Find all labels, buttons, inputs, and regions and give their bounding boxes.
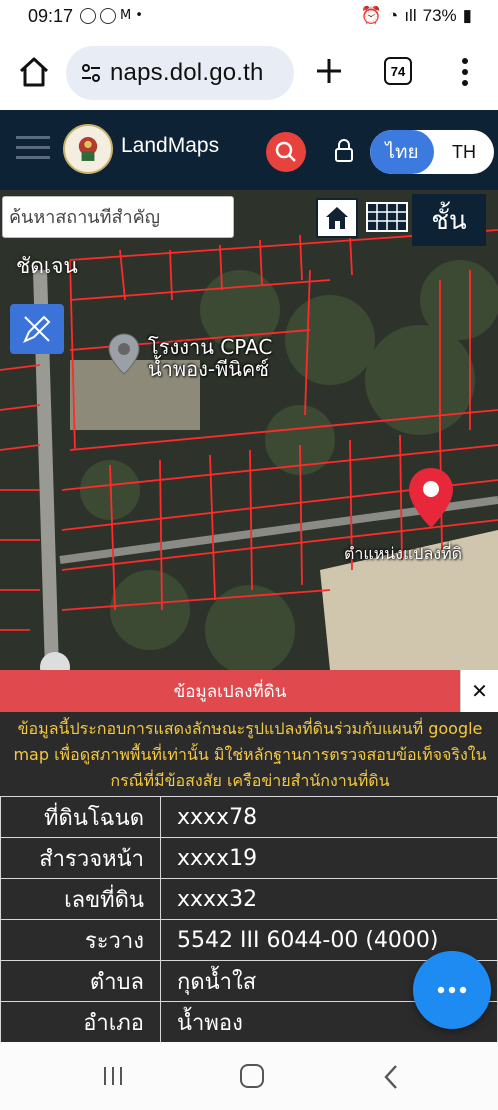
hamburger-menu-icon[interactable] (16, 134, 50, 162)
line-app-icon (80, 8, 96, 24)
search-button[interactable] (266, 132, 306, 172)
messenger-icon (100, 8, 116, 24)
info-table-row: เลขที่ดิน xxxx32 (0, 878, 498, 920)
lang-en-option[interactable]: TH (434, 130, 494, 174)
info-table-row: ที่ดินโฉนด xxxx78 (0, 796, 498, 838)
tab-switcher-button[interactable]: 74 (384, 57, 412, 85)
clarity-label[interactable]: ชัดเจน (16, 250, 78, 283)
info-row-label: เลขที่ดิน (0, 878, 161, 920)
status-bar: 09:17 M • ⏰ ◔ ıll 73% ▮ (0, 0, 498, 34)
house-icon (326, 207, 348, 229)
system-nav-bar (0, 1042, 498, 1110)
info-row-label: ตำบล (0, 960, 161, 1002)
info-row-label: สำรวจหน้า (0, 837, 161, 879)
poi-marker-icon[interactable] (106, 332, 142, 376)
poi-label-line2: น้ำพอง-พีนิคซ์ (148, 357, 269, 381)
battery-icon: ▮ (462, 6, 472, 25)
lang-thai-option[interactable]: ไทย (370, 130, 434, 174)
grid-icon[interactable] (366, 202, 408, 232)
app-title: LandMaps (121, 134, 220, 157)
gmail-icon: M (120, 8, 132, 23)
info-row-label: อำเภอ (0, 1001, 161, 1042)
system-home-icon[interactable] (240, 1064, 264, 1088)
info-table-row: ระวาง 5542 III 6044-00 (4000) (0, 919, 498, 961)
poi-label: โรงงาน CPAC น้ำพอง-พีนิคซ์ (148, 336, 272, 380)
battery-percent: 73% (422, 6, 457, 25)
new-tab-icon[interactable] (312, 54, 346, 88)
map-home-button[interactable] (316, 198, 358, 238)
back-icon[interactable] (381, 1064, 401, 1090)
browser-home-icon[interactable] (16, 54, 52, 90)
notification-icons: M • (80, 8, 143, 24)
more-options-button[interactable] (413, 951, 491, 1029)
alarm-icon: ⏰ (360, 6, 383, 25)
map-search-input[interactable] (9, 206, 233, 228)
disclaimer-text: ข้อมูลนี้ประกอบการแสดงลักษณะรูปแปลงที่ดิ… (13, 719, 487, 790)
poi-label-line1: โรงงาน CPAC (148, 335, 273, 359)
app-header: LandMaps ไทย TH (0, 110, 498, 190)
more-dot-icon: • (135, 8, 143, 23)
recent-apps-icon[interactable] (101, 1066, 125, 1086)
wifi-icon: ◔ (388, 6, 399, 25)
parcel-location-label: ตำแหน่งแปลงที่ดิ (344, 544, 463, 563)
parcel-info-header: ข้อมูลเปลงที่ดิน (0, 670, 460, 712)
department-logo (63, 124, 113, 174)
status-time: 09:17 (28, 6, 74, 26)
language-toggle[interactable]: ไทย TH (370, 130, 494, 174)
draw-tool-button[interactable] (10, 304, 64, 354)
status-right: ⏰ ◔ ıll 73% ▮ (361, 6, 472, 26)
info-row-value: xxxx19 (160, 837, 498, 879)
address-bar[interactable]: naps.dol.go.th (66, 46, 294, 100)
info-row-value: xxxx78 (160, 796, 498, 838)
close-icon[interactable]: ✕ (460, 670, 498, 712)
site-settings-icon[interactable] (80, 62, 102, 84)
info-row-label: ที่ดินโฉนด (0, 796, 161, 838)
info-row-label: ระวาง (0, 919, 161, 961)
overflow-menu-icon[interactable] (455, 56, 475, 88)
map-search-box[interactable] (2, 196, 234, 238)
lock-icon[interactable] (333, 138, 355, 164)
layer-button[interactable]: ชั้น (412, 194, 486, 246)
parcel-location-pin-icon[interactable] (406, 466, 456, 530)
signal-icon: ıll (404, 6, 417, 25)
pencil-ruler-icon (23, 315, 51, 343)
search-icon (275, 141, 296, 162)
info-row-value: xxxx32 (160, 878, 498, 920)
info-table-row: สำรวจหน้า xxxx19 (0, 837, 498, 879)
map-view[interactable]: ชั้น ชัดเจน โรงงาน CPAC น้ำพอง-พีนิคซ์ ต… (0, 190, 498, 670)
browser-toolbar: naps.dol.go.th 74 (0, 34, 498, 110)
more-horizontal-icon (437, 986, 467, 994)
url-text: naps.dol.go.th (110, 59, 264, 86)
